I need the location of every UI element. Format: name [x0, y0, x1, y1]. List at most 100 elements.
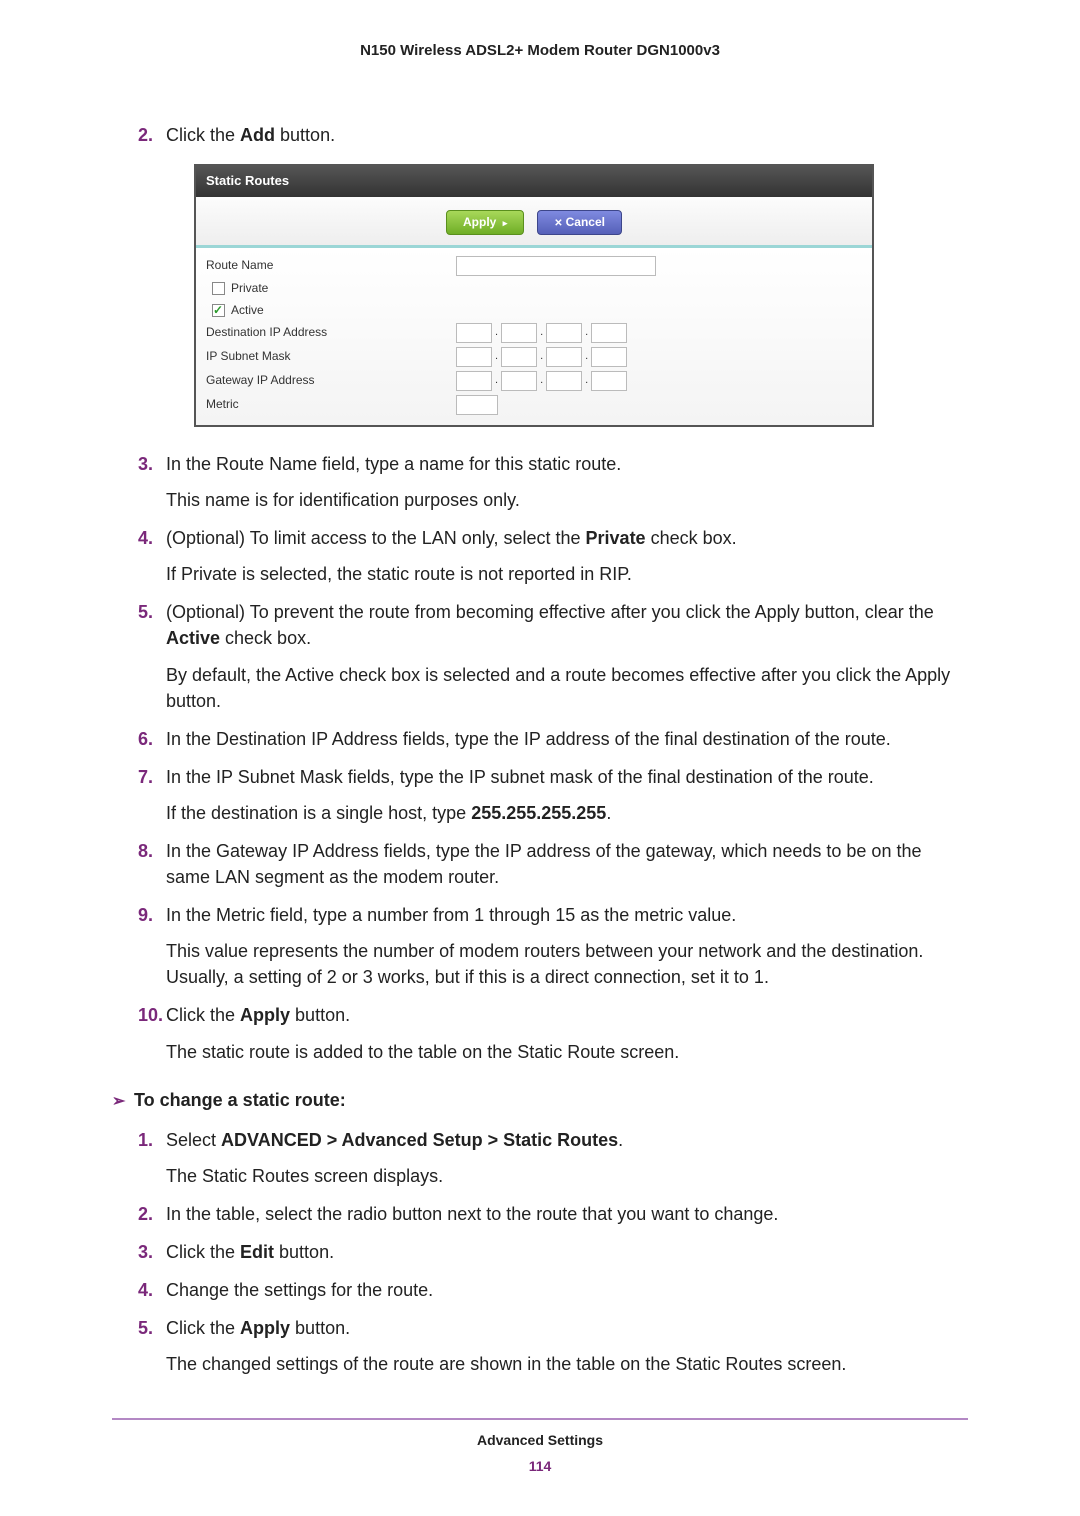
route-name-input[interactable]: [456, 256, 656, 276]
step-text: (Optional) To prevent the route from bec…: [166, 602, 934, 648]
text: button.: [274, 1242, 334, 1262]
procedure-steps-b: 1. Select ADVANCED > Advanced Setup > St…: [112, 1127, 968, 1378]
label-gateway: Gateway IP Address: [206, 372, 456, 389]
chevron-right-icon: ➢: [112, 1090, 134, 1113]
text: Select: [166, 1130, 221, 1150]
stepB-5: 5. Click the Apply button. The changed s…: [138, 1315, 968, 1377]
step-number: 5.: [138, 599, 153, 625]
dot-icon: .: [495, 373, 498, 389]
dest-ip-octet-4[interactable]: [591, 323, 627, 343]
step-text: In the Metric field, type a number from …: [166, 905, 736, 925]
step-number: 1.: [138, 1127, 153, 1153]
bold-term: Edit: [240, 1242, 274, 1262]
static-routes-dialog: Static Routes Apply Cancel Route Name Pr…: [194, 164, 874, 427]
step-number: 3.: [138, 451, 153, 477]
row-metric: Metric: [206, 393, 862, 417]
step-number: 4.: [138, 1277, 153, 1303]
step-number: 2.: [138, 122, 153, 148]
step-text: Change the settings for the route.: [166, 1280, 433, 1300]
procedure-heading-change: ➢To change a static route:: [112, 1087, 968, 1113]
step-text: In the table, select the radio button ne…: [166, 1204, 778, 1224]
text: (Optional) To prevent the route from bec…: [166, 602, 934, 622]
step-text: Click the Apply button.: [166, 1318, 350, 1338]
step-text: In the Destination IP Address fields, ty…: [166, 729, 891, 749]
step-number: 4.: [138, 525, 153, 551]
row-gateway: Gateway IP Address ...: [206, 369, 862, 393]
metric-input[interactable]: [456, 395, 498, 415]
footer-rule: [112, 1418, 968, 1420]
row-route-name: Route Name: [206, 254, 862, 278]
step-extra: The static route is added to the table o…: [166, 1039, 968, 1065]
dest-ip-octet-2[interactable]: [501, 323, 537, 343]
cancel-button[interactable]: Cancel: [537, 210, 622, 236]
text: If the destination is a single host, typ…: [166, 803, 471, 823]
step-text: In the IP Subnet Mask fields, type the I…: [166, 767, 874, 787]
footer-section: Advanced Settings: [112, 1430, 968, 1450]
text: Click the: [166, 1005, 240, 1025]
label-route-name: Route Name: [206, 257, 456, 274]
step-2: 2. Click the Add button. Static Routes A…: [138, 122, 968, 427]
stepB-3: 3. Click the Edit button.: [138, 1239, 968, 1265]
subnet-octet-2[interactable]: [501, 347, 537, 367]
text: button.: [290, 1318, 350, 1338]
page-footer: Advanced Settings 114: [112, 1430, 968, 1477]
private-checkbox[interactable]: [212, 282, 225, 295]
text: .: [606, 803, 611, 823]
step-number: 2.: [138, 1201, 153, 1227]
text: button.: [290, 1005, 350, 1025]
text: check box.: [646, 528, 737, 548]
subnet-octet-1[interactable]: [456, 347, 492, 367]
dialog-title: Static Routes: [196, 166, 872, 197]
dot-icon: .: [495, 325, 498, 341]
step-5: 5. (Optional) To prevent the route from …: [138, 599, 968, 713]
subnet-octet-4[interactable]: [591, 347, 627, 367]
step-number: 7.: [138, 764, 153, 790]
text: (Optional) To limit access to the LAN on…: [166, 528, 586, 548]
dialog-body: Route Name Private Active Destination IP…: [196, 248, 872, 425]
dot-icon: .: [540, 349, 543, 365]
dot-icon: .: [495, 349, 498, 365]
dest-ip-octet-3[interactable]: [546, 323, 582, 343]
label-subnet: IP Subnet Mask: [206, 348, 456, 365]
gateway-octet-2[interactable]: [501, 371, 537, 391]
step-extra: If the destination is a single host, typ…: [166, 800, 968, 826]
step-7: 7. In the IP Subnet Mask fields, type th…: [138, 764, 968, 826]
active-checkbox[interactable]: [212, 304, 225, 317]
step-text: Click the Apply button.: [166, 1005, 350, 1025]
step-extra: This value represents the number of mode…: [166, 938, 968, 990]
bold-term: ADVANCED > Advanced Setup > Static Route…: [221, 1130, 618, 1150]
apply-button[interactable]: Apply: [446, 210, 524, 235]
step-text: In the Gateway IP Address fields, type t…: [166, 841, 921, 887]
label-metric: Metric: [206, 396, 456, 413]
step-number: 8.: [138, 838, 153, 864]
dialog-button-bar: Apply Cancel: [196, 197, 872, 249]
step-text: (Optional) To limit access to the LAN on…: [166, 528, 737, 548]
step-extra: If Private is selected, the static route…: [166, 561, 968, 587]
text: button.: [275, 125, 335, 145]
button-label: Cancel: [566, 215, 605, 229]
row-subnet: IP Subnet Mask ...: [206, 345, 862, 369]
label-dest-ip: Destination IP Address: [206, 324, 456, 341]
dot-icon: .: [540, 325, 543, 341]
step-number: 5.: [138, 1315, 153, 1341]
bold-term: 255.255.255.255: [471, 803, 606, 823]
step-text: Select ADVANCED > Advanced Setup > Stati…: [166, 1130, 623, 1150]
bold-term: Apply: [240, 1318, 290, 1338]
row-active: Active: [206, 300, 862, 321]
step-3: 3. In the Route Name field, type a name …: [138, 451, 968, 513]
step-text: Click the Add button.: [166, 125, 335, 145]
gateway-octet-1[interactable]: [456, 371, 492, 391]
gateway-octet-3[interactable]: [546, 371, 582, 391]
bold-term: Private: [586, 528, 646, 548]
dot-icon: .: [540, 373, 543, 389]
heading-text: To change a static route:: [134, 1090, 346, 1110]
step-text: Click the Edit button.: [166, 1242, 334, 1262]
step-10: 10. Click the Apply button. The static r…: [138, 1002, 968, 1064]
dot-icon: .: [585, 325, 588, 341]
step-extra: The Static Routes screen displays.: [166, 1163, 968, 1189]
subnet-octet-3[interactable]: [546, 347, 582, 367]
dot-icon: .: [585, 373, 588, 389]
dest-ip-octet-1[interactable]: [456, 323, 492, 343]
text: Click the: [166, 1318, 240, 1338]
gateway-octet-4[interactable]: [591, 371, 627, 391]
